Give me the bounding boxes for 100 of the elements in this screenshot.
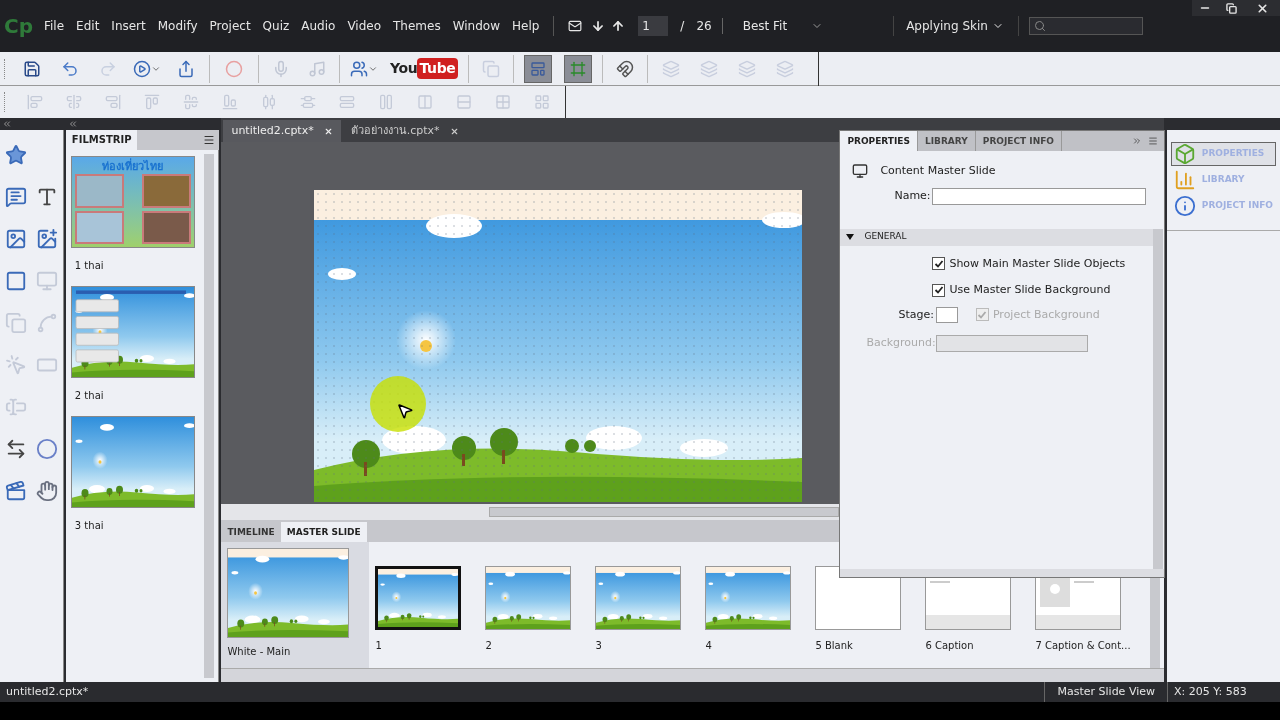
zoom-dropdown[interactable]: Best Fit (732, 17, 834, 35)
search-field[interactable] (1028, 17, 1143, 35)
path-icon[interactable] (36, 312, 59, 334)
panel-tab[interactable]: TIMELINE (221, 522, 281, 542)
menu-icon[interactable] (203, 134, 216, 146)
caption-icon[interactable] (5, 186, 28, 208)
name-field[interactable] (931, 187, 1147, 205)
workspace-dropdown[interactable]: Applying Skin (902, 17, 1008, 35)
panel-tab[interactable]: LIBRARY (918, 131, 976, 151)
page-total: 26 (696, 18, 712, 35)
document-tab[interactable]: untitled2.cptx* (223, 120, 341, 142)
rectangle-icon[interactable] (5, 270, 28, 292)
snap-button[interactable] (563, 54, 592, 83)
checkbox-label: Show Main Master Slide Objects (949, 255, 1126, 272)
scrollbar[interactable] (1153, 228, 1164, 569)
grid-icon (529, 60, 546, 77)
thumbnail-label: White - Main (227, 645, 291, 659)
checkbox[interactable] (932, 283, 946, 297)
thumbnail-label: 6 Caption (925, 639, 975, 653)
collapse-icon[interactable] (67, 119, 78, 129)
slide-thumbnail[interactable] (70, 416, 195, 508)
menu-item[interactable]: Edit (70, 17, 106, 35)
scrollbar[interactable] (489, 507, 840, 517)
slide-label: 1 thai (74, 259, 105, 273)
menu-item[interactable]: Quiz (256, 17, 296, 35)
thumbnail-label: 2 (485, 639, 493, 653)
grid-button[interactable] (523, 54, 552, 83)
color-swatch[interactable] (935, 306, 958, 323)
master-slide-thumbnail[interactable] (375, 566, 462, 630)
checkbox-label: Project Background (992, 306, 1100, 323)
info-icon (1173, 195, 1196, 217)
slide-label: 3 thai (74, 519, 105, 533)
menu-item[interactable]: Help (506, 17, 546, 35)
status-text: Master Slide View (1056, 683, 1156, 700)
close-icon[interactable] (323, 126, 333, 136)
panel-tab[interactable]: MASTER SLIDE (280, 522, 367, 542)
image-icon[interactable] (5, 228, 28, 250)
click-icon[interactable] (5, 354, 28, 376)
monitor-icon[interactable] (36, 270, 59, 292)
bar-chart-icon (1173, 169, 1196, 191)
cube-icon (1173, 143, 1196, 165)
frame-icon (569, 60, 586, 77)
play-icon[interactable] (133, 59, 151, 78)
scrollbar[interactable] (221, 668, 1164, 682)
expand-icon[interactable] (1132, 136, 1143, 146)
panel-tab[interactable]: PROPERTIES (840, 131, 918, 151)
photo-placeholder (74, 210, 124, 244)
checkbox[interactable] (932, 257, 946, 271)
menu-item[interactable]: Project (203, 17, 257, 35)
menu-item[interactable]: Video (341, 17, 387, 35)
slide-thumbnail[interactable] (70, 286, 195, 378)
collapse-icon[interactable] (2, 119, 12, 129)
panel-tab[interactable]: FILMSTRIP (65, 130, 138, 150)
menu-item[interactable]: Window (446, 17, 506, 35)
panel-heading: Content Master Slide (880, 163, 996, 179)
app-logo: Cp (4, 13, 34, 40)
master-slide-thumbnail[interactable] (595, 566, 682, 630)
users-icon[interactable] (350, 59, 368, 78)
status-text: untitled2.cptx* (5, 683, 89, 700)
search-icon (1033, 20, 1046, 32)
shapes-icon[interactable] (5, 312, 28, 334)
video-icon[interactable] (5, 480, 28, 502)
menu-item[interactable]: Modify (151, 17, 204, 35)
resize-handle[interactable] (840, 569, 1165, 577)
status-text: X: 205 Y: 583 (1173, 683, 1248, 700)
master-slide-thumbnail[interactable] (227, 548, 350, 638)
field-label: Name: (894, 187, 931, 204)
menu-item[interactable]: File (38, 17, 71, 35)
thumbnail-label: 1 (375, 639, 383, 653)
thumbnail-label: 4 (705, 639, 713, 653)
photo-placeholder (141, 174, 191, 208)
restore-icon[interactable] (1225, 2, 1237, 14)
master-slide-thumbnail[interactable] (485, 566, 572, 630)
close-icon[interactable] (449, 126, 459, 136)
hand-icon[interactable] (36, 480, 59, 502)
thumbnail-title: ท่องเที่ยวไทย (101, 160, 165, 173)
pointer-icon (396, 402, 415, 420)
master-slide-thumbnail[interactable] (705, 566, 792, 630)
expand-triangle-icon[interactable] (846, 233, 855, 241)
field-label: Background: (866, 335, 936, 352)
slide-label: 2 thai (74, 389, 105, 403)
thumbnail-label: 3 (595, 639, 603, 653)
mail-icon[interactable] (568, 19, 583, 33)
page-field[interactable]: 1 (638, 16, 669, 36)
close-icon[interactable] (1255, 1, 1269, 15)
scrollbar[interactable] (204, 154, 215, 678)
panel-tab[interactable]: PROJECT INFO (975, 131, 1062, 151)
checkbox-label: Use Master Slide Background (949, 282, 1111, 298)
menu-item[interactable]: Themes (387, 17, 447, 35)
page-separator: / (680, 18, 685, 35)
menu-item[interactable]: Audio (295, 17, 342, 35)
field-label: Stage: (898, 306, 934, 323)
image-icon[interactable] (36, 228, 59, 250)
thumbnail-label: 5 Blank (815, 639, 854, 653)
thumbnail-label: 7 Caption & Cont... (1035, 639, 1132, 653)
text-entry-icon[interactable] (5, 396, 28, 418)
menu-item[interactable]: Insert (105, 17, 152, 35)
section-header: GENERAL (864, 230, 907, 244)
photo-placeholder (74, 174, 124, 208)
star-icon[interactable] (5, 144, 28, 166)
